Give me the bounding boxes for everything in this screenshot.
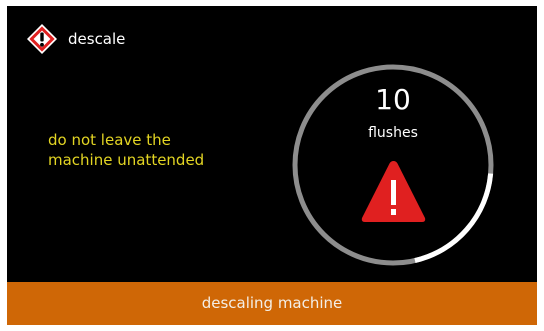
flush-progress-dial: 10 flushes (290, 62, 496, 268)
unattended-warning: do not leave the machine unattended (48, 130, 248, 170)
hazard-diamond-icon (27, 24, 57, 54)
warning-line-2: machine unattended (48, 151, 205, 169)
header: descale (26, 23, 125, 55)
flush-count: 10 (375, 83, 411, 116)
flush-unit-label: flushes (368, 125, 418, 141)
screen-title: descale (68, 30, 126, 48)
warning-line-1: do not leave the (48, 131, 171, 149)
warning-triangle-icon (361, 161, 426, 222)
status-bar: descaling machine (7, 282, 537, 325)
machine-display: descale do not leave the machine unatten… (7, 6, 537, 325)
